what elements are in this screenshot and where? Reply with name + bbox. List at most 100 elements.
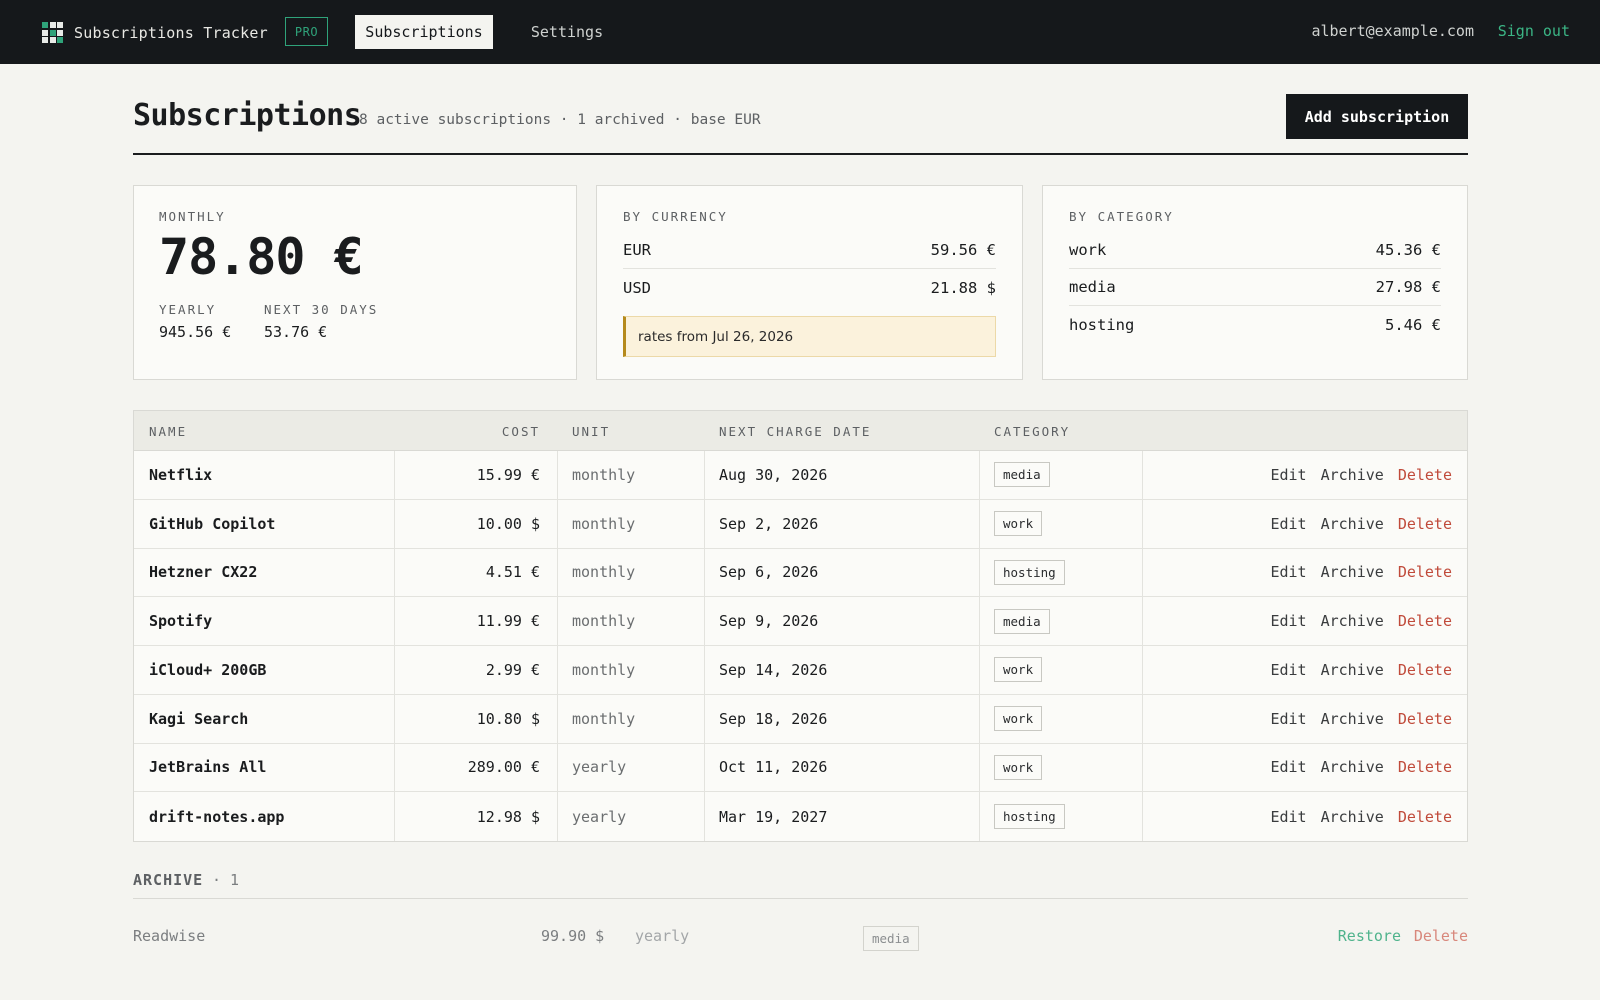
- subscription-unit: yearly: [572, 758, 627, 777]
- category-cell: hosting: [994, 792, 1065, 841]
- table-row[interactable]: Hetzner CX22 4.51 € monthly Sep 6, 2026 host…: [134, 548, 1467, 598]
- by-currency-card: BY CURRENCY EUR 59.56 € USD 21.88 $ rate…: [596, 185, 1023, 380]
- subscription-cost: 15.99 €: [476, 465, 540, 484]
- archive-button[interactable]: Archive: [1321, 710, 1384, 728]
- subscription-unit: yearly: [572, 807, 627, 826]
- subscription-cost: 10.80 $: [476, 709, 540, 728]
- archive-button[interactable]: Archive: [1321, 661, 1384, 679]
- edit-button[interactable]: Edit: [1270, 808, 1306, 826]
- edit-button[interactable]: Edit: [1270, 661, 1306, 679]
- tab-subscriptions[interactable]: Subscriptions: [355, 15, 493, 49]
- currency-code: EUR: [623, 241, 651, 259]
- column-divider: [1142, 646, 1143, 694]
- table-row[interactable]: Spotify 11.99 € monthly Sep 9, 2026 media Edi…: [134, 597, 1467, 646]
- tab-settings[interactable]: Settings: [517, 15, 617, 49]
- table-row[interactable]: JetBrains All 289.00 € yearly Oct 11, 2026 w…: [134, 743, 1467, 793]
- delete-button[interactable]: Delete: [1398, 515, 1452, 533]
- next-charge-date: Sep 6, 2026: [719, 563, 819, 582]
- column-divider: [557, 451, 558, 499]
- row-actions: Edit Archive Delete: [1270, 646, 1452, 694]
- yearly-label: YEARLY: [159, 302, 217, 317]
- delete-button[interactable]: Delete: [1398, 661, 1452, 679]
- archive-button[interactable]: Archive: [1321, 612, 1384, 630]
- category-amount: 5.46 €: [1385, 315, 1441, 334]
- restore-button[interactable]: Restore: [1338, 927, 1401, 945]
- next-charge-date: Mar 19, 2027: [719, 807, 828, 826]
- archive-delete-button[interactable]: Delete: [1414, 927, 1468, 945]
- column-divider: [979, 499, 980, 548]
- subscription-name: Hetzner CX22: [149, 563, 258, 582]
- delete-button[interactable]: Delete: [1398, 612, 1452, 630]
- category-tag: work: [994, 754, 1043, 780]
- column-divider: [1142, 743, 1143, 792]
- column-divider: [1142, 499, 1143, 548]
- edit-button[interactable]: Edit: [1270, 758, 1306, 776]
- subscription-cost: 289.00 €: [467, 758, 540, 777]
- row-actions: Edit Archive Delete: [1270, 695, 1452, 743]
- column-divider: [979, 646, 980, 694]
- header-name[interactable]: NAME: [149, 424, 187, 439]
- column-divider: [557, 743, 558, 792]
- table-row[interactable]: iCloud+ 200GB 2.99 € monthly Sep 14, 2026 wo…: [134, 646, 1467, 695]
- table-row[interactable]: GitHub Copilot 10.00 $ monthly Sep 2, 2026 w…: [134, 499, 1467, 549]
- app-name: Subscriptions Tracker: [74, 23, 268, 42]
- archive-button[interactable]: Archive: [1321, 563, 1384, 581]
- user-email: albert@example.com: [1311, 22, 1474, 40]
- subscription-cost: 10.00 $: [476, 514, 540, 533]
- archive-item-cost: 99.90 $: [541, 927, 605, 945]
- sign-out-link[interactable]: Sign out: [1498, 22, 1570, 40]
- table-row[interactable]: Kagi Search 10.80 $ monthly Sep 18, 2026 wor…: [134, 694, 1467, 744]
- delete-button[interactable]: Delete: [1398, 710, 1452, 728]
- category-amount: 45.36 €: [1375, 241, 1441, 259]
- column-divider: [394, 792, 395, 841]
- archive-button[interactable]: Archive: [1321, 758, 1384, 776]
- category-row: hosting 5.46 €: [1069, 306, 1441, 343]
- edit-button[interactable]: Edit: [1270, 515, 1306, 533]
- delete-button[interactable]: Delete: [1398, 808, 1452, 826]
- column-divider: [1142, 451, 1143, 499]
- edit-button[interactable]: Edit: [1270, 612, 1306, 630]
- archive-button[interactable]: Archive: [1321, 808, 1384, 826]
- brand[interactable]: Subscriptions Tracker: [42, 22, 268, 43]
- next30-label: NEXT 30 DAYS: [264, 302, 379, 317]
- category-tag: media: [994, 462, 1050, 488]
- edit-button[interactable]: Edit: [1270, 710, 1306, 728]
- subscription-name: GitHub Copilot: [149, 514, 276, 533]
- subscription-cost: 4.51 €: [485, 563, 540, 582]
- edit-button[interactable]: Edit: [1270, 466, 1306, 484]
- page-title: Subscriptions: [133, 98, 362, 133]
- column-divider: [979, 597, 980, 645]
- header-category[interactable]: CATEGORY: [994, 424, 1070, 439]
- column-divider: [394, 743, 395, 792]
- header-cost[interactable]: COST: [502, 424, 540, 439]
- add-subscription-button[interactable]: Add subscription: [1286, 94, 1468, 139]
- subscription-name: Kagi Search: [149, 709, 249, 728]
- archive-button[interactable]: Archive: [1321, 515, 1384, 533]
- monthly-label: MONTHLY: [159, 209, 226, 224]
- page-subtitle: 8 active subscriptions · 1 archived · ba…: [359, 112, 761, 128]
- row-actions: Edit Archive Delete: [1270, 597, 1452, 645]
- delete-button[interactable]: Delete: [1398, 466, 1452, 484]
- edit-button[interactable]: Edit: [1270, 563, 1306, 581]
- table-row[interactable]: Netflix 15.99 € monthly Aug 30, 2026 media Ed…: [134, 451, 1467, 500]
- delete-button[interactable]: Delete: [1398, 758, 1452, 776]
- header-next-charge-date[interactable]: NEXT CHARGE DATE: [719, 424, 871, 439]
- subscription-unit: monthly: [572, 709, 636, 728]
- archive-item-category-tag: media: [863, 926, 919, 951]
- row-actions: Edit Archive Delete: [1270, 451, 1452, 499]
- next-charge-date: Oct 11, 2026: [719, 758, 828, 777]
- table-body: Netflix 15.99 € monthly Aug 30, 2026 media Ed…: [134, 451, 1467, 841]
- table-row[interactable]: drift-notes.app 12.98 $ yearly Mar 19, 2027…: [134, 792, 1467, 841]
- column-divider: [704, 451, 705, 499]
- delete-button[interactable]: Delete: [1398, 563, 1452, 581]
- column-divider: [979, 694, 980, 743]
- archive-heading: ARCHIVE: [133, 871, 204, 889]
- column-divider: [979, 451, 980, 499]
- category-row: work 45.36 €: [1069, 232, 1441, 269]
- row-actions: Edit Archive Delete: [1270, 744, 1452, 792]
- column-divider: [704, 646, 705, 694]
- header-unit[interactable]: UNIT: [572, 424, 610, 439]
- column-divider: [1142, 792, 1143, 841]
- subscription-cost: 2.99 €: [485, 660, 540, 679]
- archive-button[interactable]: Archive: [1321, 466, 1384, 484]
